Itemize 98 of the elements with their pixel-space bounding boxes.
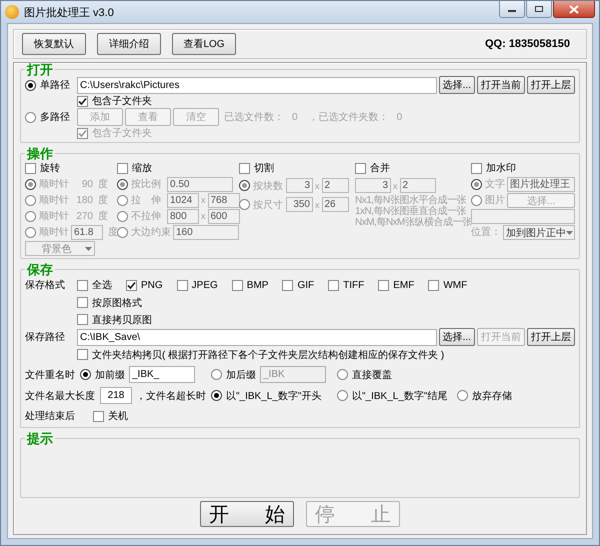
size-field[interactable]: 3 [286, 178, 313, 193]
path-button[interactable]: 打开当前 [477, 76, 525, 94]
size-field[interactable]: 1024 [167, 192, 199, 208]
option-checkbox[interactable]: 按原图格式 [77, 296, 142, 310]
unit-label: 度 [108, 226, 118, 239]
after-finish-label: 处理结束后 [25, 410, 76, 423]
path-button[interactable]: 选择... [438, 76, 475, 94]
checkmark-icon [127, 280, 136, 290]
checkmark-icon [78, 96, 87, 106]
size-field[interactable]: 768 [208, 192, 240, 208]
save-path-label: 保存路径 [25, 331, 66, 344]
overlong-option-radio[interactable]: 以"_IBK_L_数字"结尾 [337, 388, 448, 402]
single-path-radio[interactable]: 单路径 [25, 78, 75, 92]
position-label: 位置： [471, 226, 501, 239]
times-label: x [393, 180, 398, 190]
size-field[interactable]: 600 [208, 208, 240, 224]
maximize-icon [534, 5, 544, 13]
dropdown-arrow-icon [566, 230, 573, 234]
angle-label: 90 [80, 178, 93, 190]
watermark-checkbox[interactable]: 加水印 [471, 160, 575, 176]
merge-note: NxM,每NxM张纵横合成一张 [355, 217, 471, 228]
max-length-label: 文件名最大长度 [25, 390, 95, 402]
merge-checkbox[interactable]: 合并 [355, 160, 471, 176]
maximize-button[interactable] [526, 1, 552, 18]
size-field[interactable]: 350 [286, 197, 313, 212]
close-button[interactable] [553, 1, 595, 18]
section-title: 提示 [26, 432, 54, 445]
overlong-option-radio[interactable]: 放弃存储 [457, 388, 512, 402]
option-checkbox[interactable]: 直接拷贝原图 [77, 312, 152, 326]
path-button[interactable]: 打开上层 [527, 328, 575, 346]
folder-structure-checkbox[interactable]: 文件夹结构拷贝( 根据打开路径下各个子文件夹层次结构创建相应的保存文件夹 ) [77, 348, 444, 362]
unit-label: 度 [98, 194, 108, 207]
watermark-text-field[interactable]: 图片批处理王 [507, 176, 575, 192]
angle-field[interactable]: 61.8 [71, 224, 103, 240]
include-subfolders-checkbox[interactable]: 包含子文件夹 [77, 94, 152, 108]
start-button[interactable]: 开 始 [200, 501, 294, 527]
dropdown-arrow-icon [85, 246, 92, 250]
format-checkbox[interactable]: BMP [232, 278, 268, 292]
unit-label: 度 [98, 178, 108, 191]
format-checkbox[interactable]: 全选 [77, 278, 112, 292]
grid-field[interactable]: 2 [400, 178, 436, 193]
prefix-radio[interactable]: 加前缀 [80, 368, 125, 382]
close-icon [569, 4, 579, 14]
value-field[interactable]: 0.50 [167, 176, 233, 192]
unit-label: 度 [98, 210, 108, 223]
window-title: 图片批处理王 v3.0 [24, 6, 114, 20]
prefix-field[interactable]: _IBK_ [129, 366, 195, 383]
minimize-button[interactable] [499, 1, 525, 18]
path-button[interactable]: 打开上层 [527, 76, 575, 94]
angle-label: 270 [75, 210, 93, 222]
format-checkbox[interactable]: GIF [282, 278, 314, 292]
grid-field[interactable]: 3 [355, 178, 391, 193]
format-checkbox[interactable]: PNG [126, 278, 163, 292]
section-title: 打开 [26, 63, 54, 76]
multi-path-radio[interactable]: 多路径 [25, 110, 75, 124]
toolbar-button[interactable]: 查看LOG [172, 33, 236, 55]
app-icon [5, 5, 19, 19]
times-label: x [315, 180, 320, 190]
toolbar-button[interactable]: 恢复默认 [22, 33, 86, 55]
file-count-label: 已选文件数： [224, 110, 284, 124]
overlong-label: ，文件名超长时 [136, 390, 206, 402]
size-field[interactable]: 26 [322, 197, 348, 212]
overlong-option-radio[interactable]: 以"_IBK_L_数字"开头 [211, 388, 322, 402]
section-title: 保存 [26, 263, 54, 276]
path-field[interactable]: C:\Users\rakc\Pictures [77, 76, 437, 94]
image-path-field[interactable] [471, 208, 575, 224]
toolbar-button[interactable]: 详细介绍 [97, 33, 161, 55]
position-dropdown[interactable]: 加到图片正中 [503, 225, 575, 240]
save-path-field[interactable]: C:\IBK_Save\ [77, 328, 437, 346]
qq-label: QQ: 1835058150 [484, 38, 571, 50]
scale-checkbox[interactable]: 缩放 [117, 160, 239, 176]
format-checkbox[interactable]: EMF [378, 278, 414, 292]
merge-note: Nx1,每N张图水平合成一张 [355, 195, 467, 206]
folder-count-label: ，已选文件夹数： [308, 110, 389, 124]
crop-checkbox[interactable]: 切割 [239, 160, 355, 176]
shutdown-checkbox[interactable]: 关机 [93, 409, 128, 423]
format-checkbox[interactable]: WMF [428, 278, 468, 292]
angle-label: 180 [75, 194, 93, 206]
rename-label: 文件重名时 [25, 368, 75, 382]
merge-note: 1xN,每N张图垂直合成一张 [355, 206, 466, 217]
path-button[interactable]: 选择... [438, 328, 475, 346]
rotate-checkbox[interactable]: 旋转 [25, 160, 117, 176]
size-field[interactable]: 2 [322, 178, 348, 193]
folder-count: 0 [396, 112, 402, 122]
format-checkbox[interactable]: TIFF [328, 278, 364, 292]
times-label: x [201, 195, 206, 205]
format-checkbox[interactable]: JPEG [176, 278, 218, 292]
file-count: 0 [292, 112, 298, 122]
overwrite-radio[interactable]: 直接覆盖 [337, 368, 392, 382]
section-title: 操作 [26, 147, 54, 160]
size-field[interactable]: 800 [167, 208, 199, 224]
checkmark-icon [78, 128, 87, 138]
suffix-radio[interactable]: 加后缀 [211, 368, 256, 382]
value-field[interactable]: 160 [173, 224, 239, 240]
times-label: x [201, 211, 206, 221]
format-label: 保存格式 [25, 278, 66, 292]
times-label: x [315, 200, 320, 210]
max-length-field[interactable]: 218 [100, 387, 132, 404]
